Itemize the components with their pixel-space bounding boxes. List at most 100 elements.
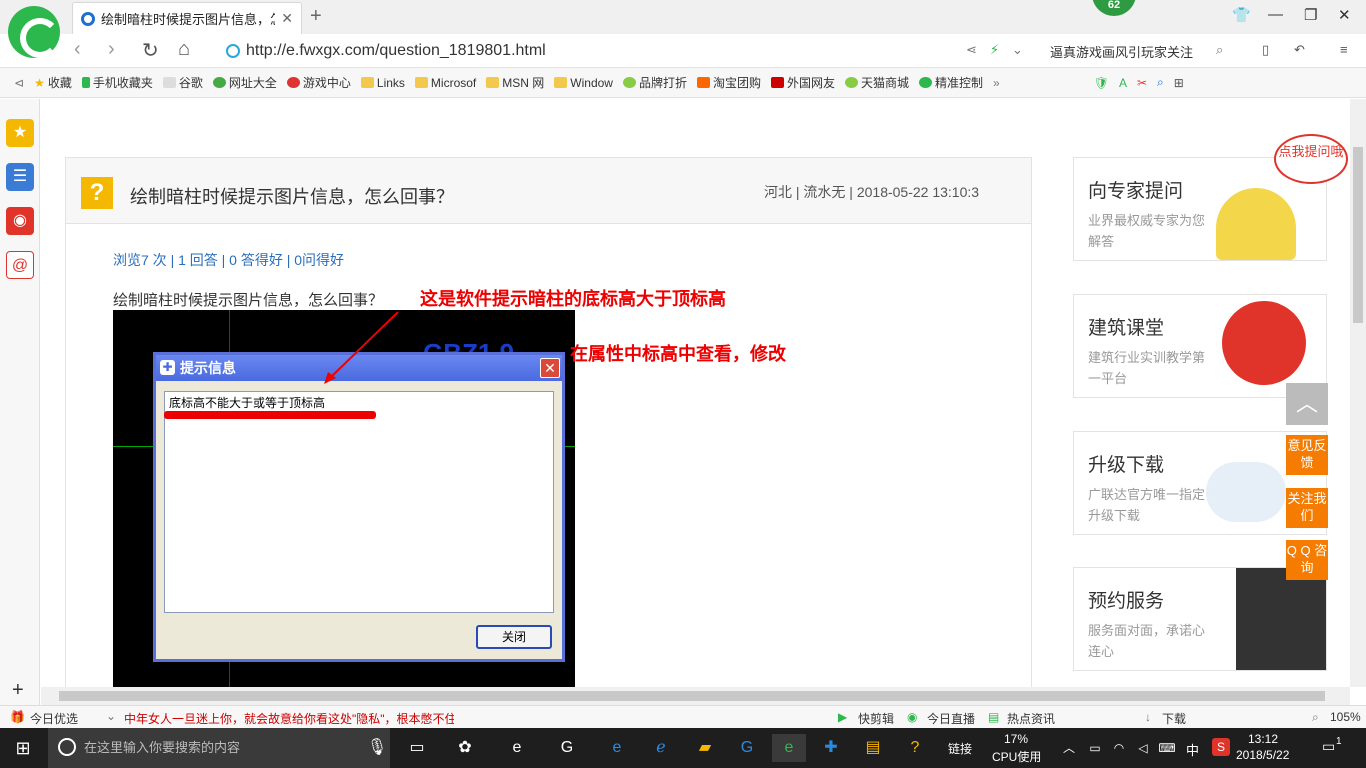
- bookmark-item[interactable]: Microsof: [414, 76, 476, 90]
- title-bar: 绘制暗柱时候提示图片信息，怎么 ✕ + 62 👕 — ❐ ✕: [0, 0, 1366, 58]
- question-stats[interactable]: 浏览7 次 | 1 回答 | 0 答得好 | 0问得好: [113, 250, 344, 270]
- bookmark-item[interactable]: ★ 收藏: [34, 74, 72, 91]
- forward-button[interactable]: ›: [108, 38, 115, 61]
- address-bar[interactable]: http://e.fwxgx.com/question_1819801.html: [226, 39, 946, 63]
- search-icon[interactable]: ⌕: [1216, 42, 1223, 58]
- expert-card[interactable]: 向专家提问 业界最权威专家为您解答 点我提问哦: [1073, 134, 1348, 261]
- service-card[interactable]: 预约服务 服务面对面，承诺心连心: [1073, 567, 1327, 671]
- bookmark-item[interactable]: 谷歌: [162, 74, 203, 91]
- zoom-level[interactable]: 105%: [1330, 710, 1361, 724]
- gcl-icon[interactable]: ✚: [814, 734, 848, 762]
- taobao-icon: [696, 77, 710, 88]
- add-sidebar-icon[interactable]: +: [12, 679, 24, 702]
- follow-button[interactable]: 关注我们: [1286, 488, 1328, 528]
- cpu-percent: 17%: [1004, 732, 1029, 746]
- bookmark-item[interactable]: 外国网友: [771, 74, 835, 91]
- browser-logo-icon[interactable]: [8, 6, 60, 58]
- glodon-icon[interactable]: G: [730, 734, 764, 762]
- app-pinwheel-icon[interactable]: ✿: [448, 734, 482, 762]
- bookmark-item[interactable]: 网址大全: [212, 74, 277, 91]
- question-panel: ? 绘制暗柱时候提示图片信息，怎么回事？ 河北 | 流水无 | 2018-05-…: [65, 157, 1032, 687]
- clock-time[interactable]: 13:12: [1248, 732, 1278, 746]
- more-bookmarks-icon[interactable]: »: [993, 76, 1000, 90]
- sogou-icon[interactable]: S: [1212, 738, 1230, 756]
- collapse-sidebar-icon[interactable]: ⊲: [14, 76, 24, 90]
- taskbar-search[interactable]: 在这里输入你要搜索的内容: [48, 728, 390, 768]
- scroll-thumb[interactable]: [59, 691, 1325, 701]
- microphone-icon[interactable]: 🎙: [360, 734, 394, 762]
- bookmark-item[interactable]: 天猫商城: [845, 74, 909, 91]
- scissors-icon[interactable]: ✂: [1137, 76, 1147, 90]
- bookmarks-bar: ⊲ ★ 收藏 手机收藏夹 谷歌 网址大全 游戏中心 Links Microsof …: [0, 68, 1366, 98]
- home-button[interactable]: ⌂: [178, 38, 190, 61]
- browser-tab[interactable]: 绘制暗柱时候提示图片信息，怎么 ✕: [72, 2, 302, 34]
- feedback-button[interactable]: 意见反馈: [1286, 435, 1328, 475]
- status-left-label[interactable]: 今日优选: [30, 710, 78, 727]
- bookmark-item[interactable]: 游戏中心: [286, 74, 351, 91]
- clock-date[interactable]: 2018/5/22: [1236, 748, 1289, 762]
- task-view-icon[interactable]: ▭: [400, 734, 434, 762]
- back-to-top-button[interactable]: ︿: [1286, 383, 1328, 425]
- dialog-close-button[interactable]: 关闭: [476, 625, 552, 649]
- bookmark-item[interactable]: MSN 网: [486, 74, 544, 91]
- notification-badge[interactable]: 62: [1092, 0, 1136, 16]
- minimize-button[interactable]: —: [1268, 6, 1283, 23]
- file-explorer-icon[interactable]: ▰: [688, 734, 722, 762]
- shirt-icon[interactable]: 👕: [1232, 6, 1251, 24]
- status-item[interactable]: 热点资讯: [1007, 710, 1055, 727]
- refresh-button[interactable]: ↻: [142, 38, 159, 63]
- shield-icon[interactable]: 🛡: [1094, 76, 1109, 90]
- url-text[interactable]: http://e.fwxgx.com/question_1819801.html: [246, 42, 546, 60]
- mail-icon[interactable]: @: [6, 251, 34, 279]
- red-underline-mark: [164, 411, 376, 419]
- app-g-icon[interactable]: G: [550, 734, 584, 762]
- bookmark-item[interactable]: 精准控制: [919, 74, 983, 91]
- favorites-star-icon[interactable]: ★: [6, 119, 34, 147]
- vertical-scrollbar[interactable]: [1350, 99, 1366, 687]
- close-window-button[interactable]: ✕: [1338, 6, 1351, 24]
- news-ticker-bottom[interactable]: 中年女人一旦迷上你，就会故意给你看这处"隐私"，根本憋不住!: [124, 710, 454, 727]
- notification-center-icon[interactable]: ▭: [1322, 738, 1335, 755]
- keyboard-icon[interactable]: ⌨: [1150, 734, 1184, 762]
- zoom-icon[interactable]: ⌕: [1157, 75, 1164, 90]
- status-item[interactable]: 快剪辑: [858, 710, 894, 727]
- notes-icon[interactable]: ▤: [856, 734, 890, 762]
- phone-icon[interactable]: ▯: [1262, 42, 1269, 58]
- chevron-down-icon[interactable]: ⌄: [106, 709, 116, 723]
- qq-consult-button[interactable]: Q Q 咨询: [1286, 540, 1328, 580]
- browser-task-icon[interactable]: e: [772, 734, 806, 762]
- chevron-down-icon[interactable]: ⌄: [1012, 42, 1023, 58]
- back-button[interactable]: ‹: [74, 38, 81, 61]
- reader-icon[interactable]: ☰: [6, 163, 34, 191]
- windows-start-icon[interactable]: ⊞: [6, 734, 40, 762]
- bookmark-item[interactable]: 品牌打折: [622, 74, 687, 91]
- weibo-icon[interactable]: ◉: [6, 207, 34, 235]
- bookmark-item[interactable]: Links: [360, 76, 405, 90]
- app-icon: ✚: [160, 360, 175, 375]
- tab-close-icon[interactable]: ✕: [281, 10, 293, 27]
- horizontal-scrollbar[interactable]: [41, 687, 1350, 705]
- help-icon[interactable]: ?: [898, 734, 932, 762]
- new-tab-button[interactable]: +: [310, 5, 322, 28]
- bookmark-item[interactable]: 淘宝团购: [696, 74, 761, 91]
- menu-icon[interactable]: ≡: [1340, 42, 1348, 57]
- share-icon[interactable]: ⋖: [966, 42, 977, 58]
- news-ticker[interactable]: 逼真游戏画风引玩家关注: [1050, 42, 1193, 61]
- link-label[interactable]: 链接: [948, 740, 972, 757]
- bookmark-item[interactable]: Window: [554, 76, 613, 90]
- scroll-thumb[interactable]: [1353, 147, 1363, 323]
- status-item[interactable]: 今日直播: [927, 710, 975, 727]
- status-item[interactable]: 下载: [1162, 710, 1186, 727]
- maximize-button[interactable]: ❐: [1304, 6, 1317, 24]
- edge-browser-icon[interactable]: e: [500, 734, 534, 762]
- ime-indicator[interactable]: 中: [1186, 740, 1199, 759]
- edge-icon[interactable]: e: [600, 734, 634, 762]
- ie-icon[interactable]: ℯ: [644, 734, 678, 762]
- translate-icon[interactable]: A: [1119, 76, 1127, 90]
- undo-icon[interactable]: ↶: [1294, 42, 1305, 58]
- lightning-icon[interactable]: ⚡: [990, 42, 999, 58]
- ask-bubble[interactable]: 点我提问哦: [1274, 134, 1348, 184]
- dialog-close-icon[interactable]: ✕: [540, 358, 560, 378]
- apps-grid-icon[interactable]: ⊞: [1174, 76, 1184, 90]
- bookmark-item[interactable]: 手机收藏夹: [81, 74, 153, 91]
